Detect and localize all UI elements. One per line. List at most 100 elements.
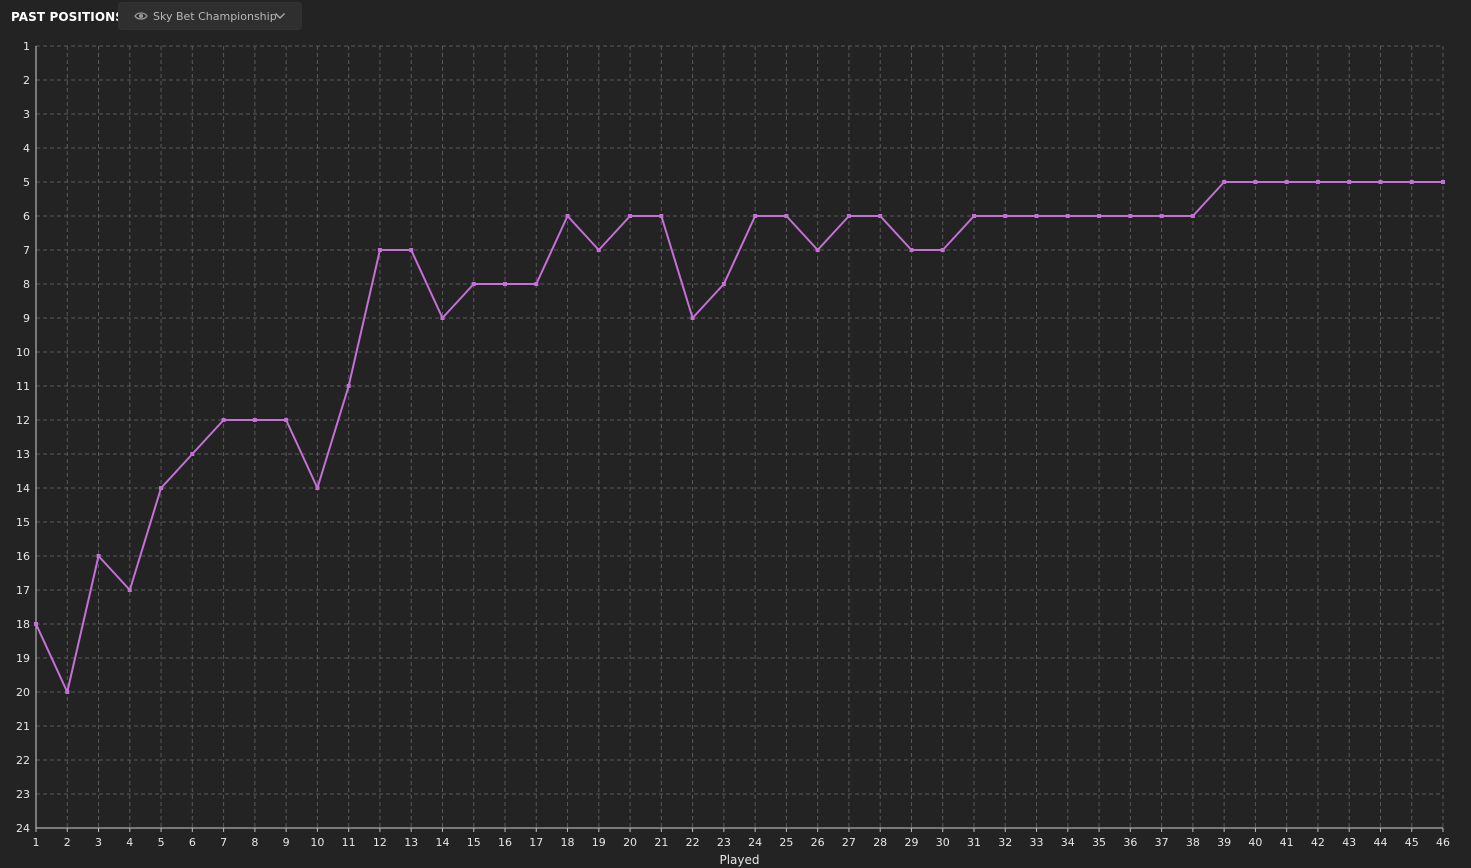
x-tick-label: 33	[1030, 836, 1044, 849]
data-point	[34, 622, 38, 626]
x-tick-label: 27	[842, 836, 856, 849]
x-tick-label: 9	[283, 836, 290, 849]
data-point	[878, 214, 883, 218]
data-point	[252, 418, 257, 422]
y-tick-label: 13	[16, 448, 30, 461]
data-point	[159, 486, 164, 490]
x-tick-label: 36	[1123, 836, 1137, 849]
data-point	[377, 248, 382, 252]
x-tick-label: 22	[686, 836, 700, 849]
x-tick-label: 41	[1280, 836, 1294, 849]
x-tick-label: 21	[654, 836, 668, 849]
data-point	[1190, 214, 1195, 218]
data-point	[315, 486, 320, 490]
data-point	[721, 282, 726, 286]
data-point	[1378, 180, 1383, 184]
data-point	[628, 214, 633, 218]
y-tick-label: 9	[23, 312, 30, 325]
x-tick-label: 4	[126, 836, 133, 849]
y-tick-label: 10	[16, 346, 30, 359]
x-tick-label: 37	[1155, 836, 1169, 849]
data-point	[346, 384, 351, 388]
data-point	[1034, 214, 1039, 218]
chart-axes	[35, 46, 1443, 829]
series-layer	[34, 180, 1445, 694]
x-tick-label: 44	[1373, 836, 1387, 849]
x-axis-title: Played	[719, 853, 759, 867]
data-point	[284, 418, 289, 422]
x-tick-label: 43	[1342, 836, 1356, 849]
x-tick-label: 16	[498, 836, 512, 849]
x-tick-label: 19	[592, 836, 606, 849]
y-tick-label: 11	[16, 380, 30, 393]
data-point	[221, 418, 226, 422]
chart-grid	[36, 45, 1444, 828]
x-tick-label: 46	[1436, 836, 1450, 849]
data-point	[96, 554, 101, 558]
data-point	[1315, 180, 1320, 184]
data-point	[909, 248, 914, 252]
y-tick-label: 21	[16, 720, 30, 733]
x-tick-label: 12	[373, 836, 387, 849]
y-tick-label: 15	[16, 516, 30, 529]
x-tick-label: 25	[779, 836, 793, 849]
x-tick-label: 29	[904, 836, 918, 849]
x-tick-label: 15	[467, 836, 481, 849]
y-tick-label: 14	[16, 482, 30, 495]
x-tick-label: 14	[435, 836, 449, 849]
x-tick-label: 32	[998, 836, 1012, 849]
data-point	[972, 214, 976, 218]
data-point	[1222, 180, 1227, 184]
data-point	[127, 588, 132, 592]
data-point	[1097, 214, 1102, 218]
y-tick-label: 19	[16, 652, 30, 665]
x-tick-label: 40	[1248, 836, 1262, 849]
y-tick-label: 22	[16, 754, 30, 767]
y-tick-label: 17	[16, 584, 30, 597]
data-point	[815, 248, 820, 252]
data-point	[659, 214, 664, 218]
data-point	[1065, 214, 1070, 218]
x-tick-label: 38	[1186, 836, 1200, 849]
x-tick-label: 28	[873, 836, 887, 849]
y-tick-label: 20	[16, 686, 30, 699]
y-tick-label: 8	[23, 278, 30, 291]
x-tick-label: 6	[189, 836, 196, 849]
data-point	[503, 282, 507, 286]
data-point	[1347, 180, 1352, 184]
y-tick-label: 3	[23, 108, 30, 121]
x-tick-label: 2	[64, 836, 71, 849]
x-tick-label: 30	[936, 836, 950, 849]
x-tick-label: 34	[1061, 836, 1075, 849]
y-tick-label: 2	[23, 74, 30, 87]
x-tick-label: 13	[404, 836, 418, 849]
y-tick-label: 7	[23, 244, 30, 257]
y-tick-label: 23	[16, 788, 30, 801]
data-point	[565, 214, 570, 218]
data-point	[596, 248, 601, 252]
x-tick-label: 18	[561, 836, 575, 849]
x-tick-label: 20	[623, 836, 637, 849]
data-point	[1159, 214, 1164, 218]
x-tick-label: 8	[251, 836, 258, 849]
x-tick-label: 5	[158, 836, 165, 849]
data-point	[190, 452, 195, 456]
x-tick-label: 3	[95, 836, 102, 849]
x-tick-label: 45	[1405, 836, 1419, 849]
x-tick-label: 39	[1217, 836, 1231, 849]
data-point	[846, 214, 851, 218]
x-axis-ticks: 1 2 3 4 5 6 7 8 9 10 11 12 13 14 15 16 17 18 19 20 21 22 23 24 2…	[33, 828, 1450, 849]
x-tick-label: 23	[717, 836, 731, 849]
x-tick-label: 31	[967, 836, 981, 849]
x-tick-label: 11	[342, 836, 356, 849]
data-point	[753, 214, 758, 218]
y-axis-ticks: 123456789101112131415161718192021222324	[16, 40, 30, 835]
data-point	[1003, 214, 1008, 218]
y-tick-label: 18	[16, 618, 30, 631]
y-tick-label: 16	[16, 550, 30, 563]
data-point	[440, 316, 445, 320]
data-point	[409, 248, 414, 252]
x-tick-label: 1	[33, 836, 40, 849]
data-point	[471, 282, 476, 286]
y-tick-label: 6	[23, 210, 30, 223]
